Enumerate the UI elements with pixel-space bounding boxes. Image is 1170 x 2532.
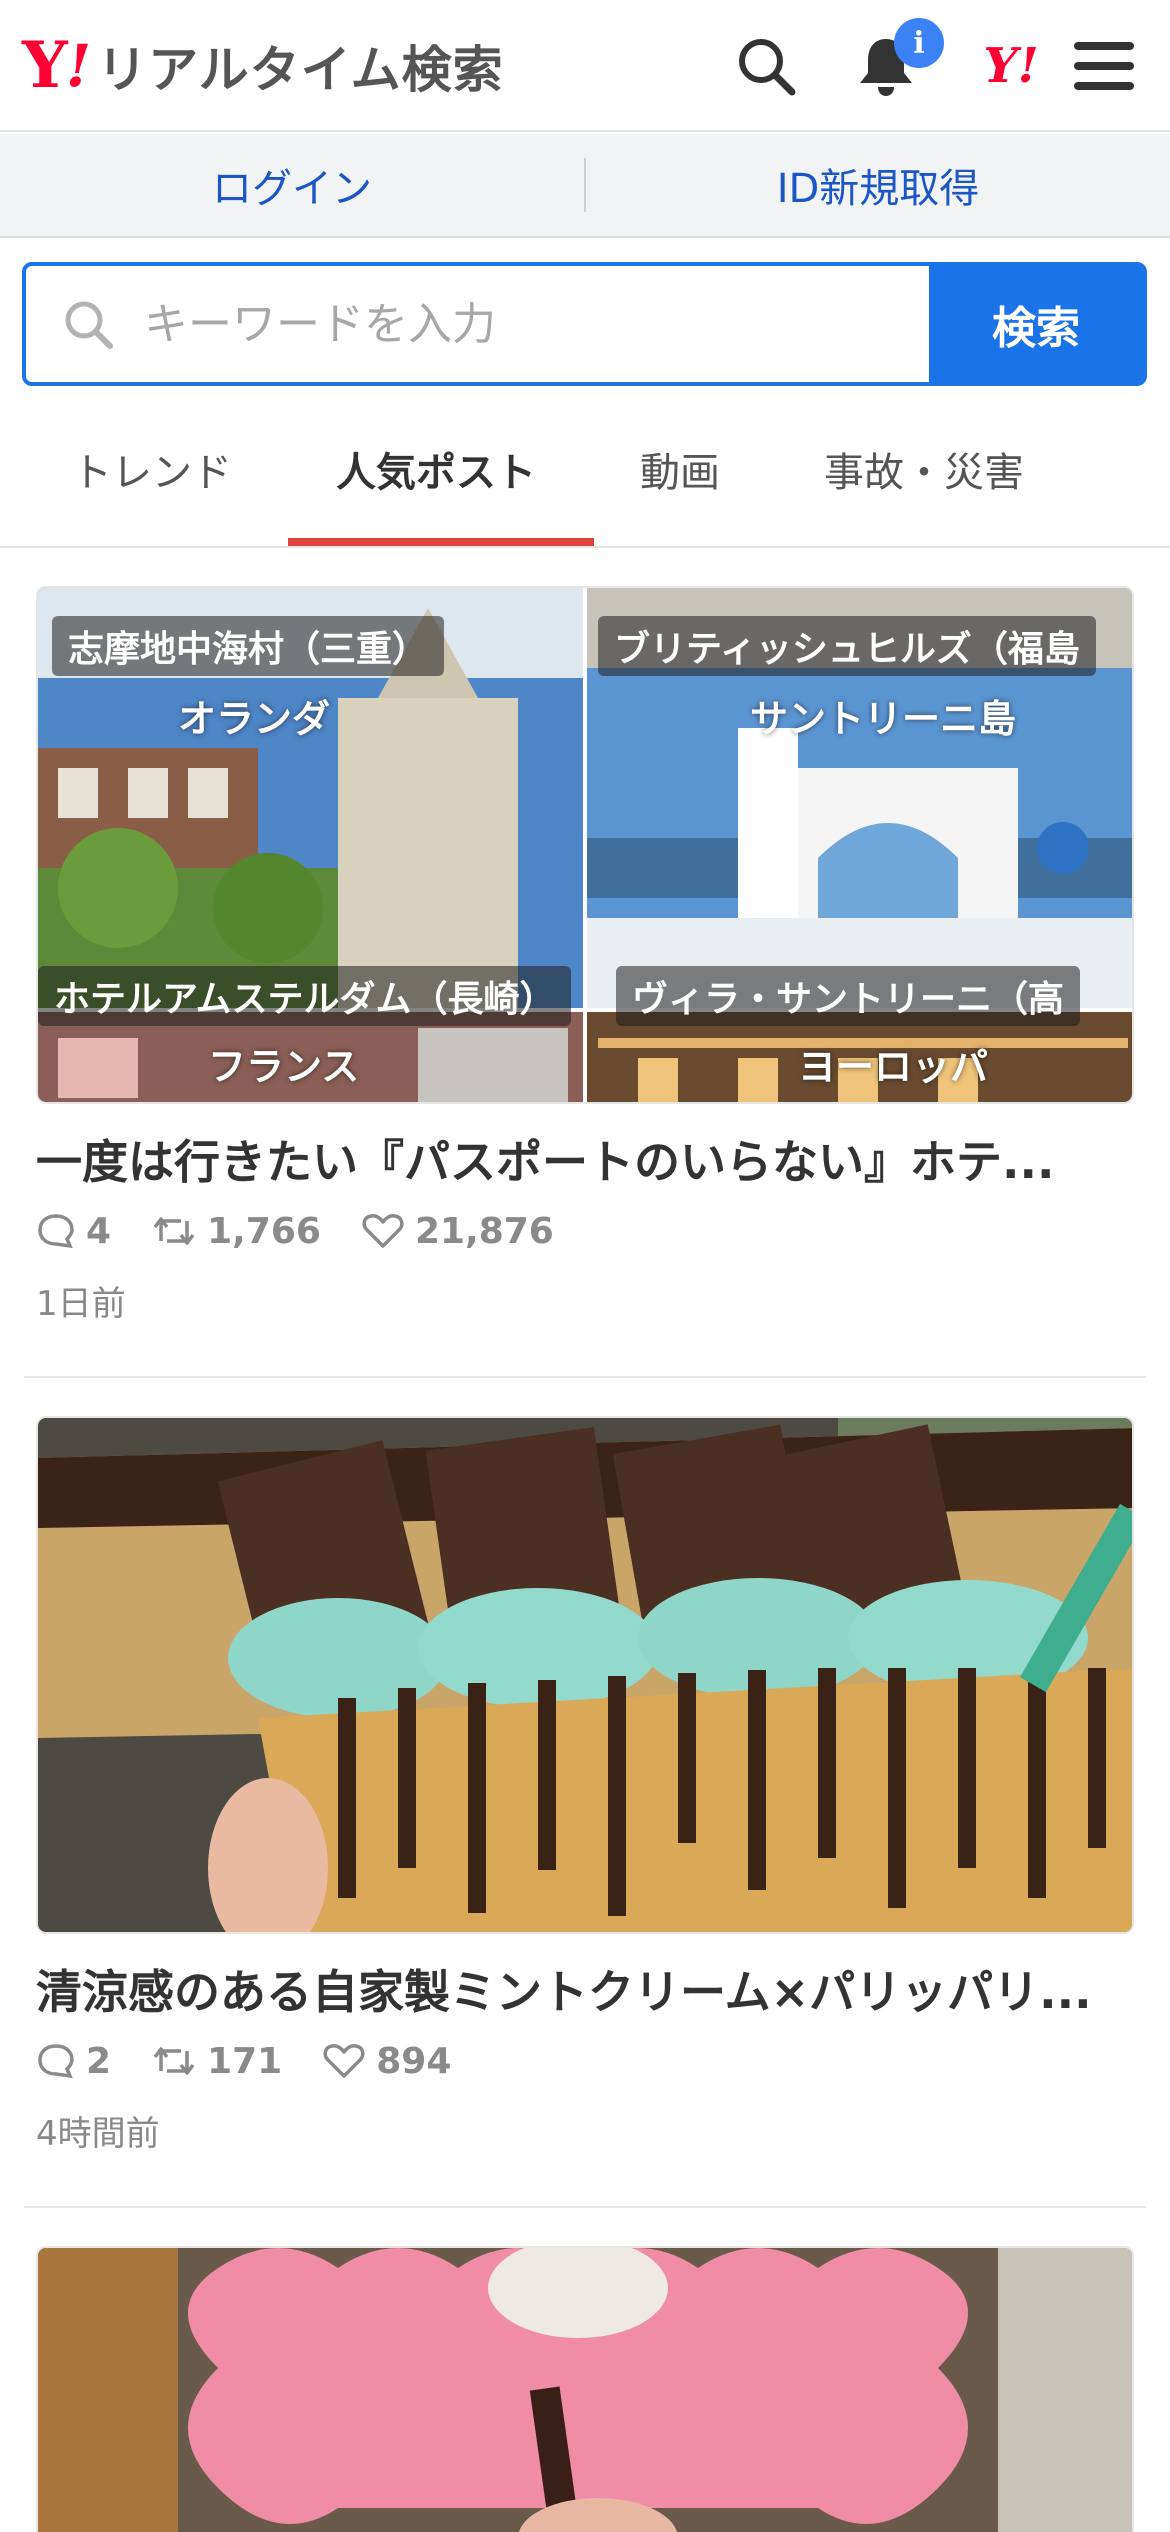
post-stats: 4 1,766 21,876 [36, 1208, 594, 1254]
post-timestamp: 4時間前 [36, 2114, 160, 2154]
login-link[interactable]: ログイン [0, 156, 584, 214]
location-label: 志摩地中海村（三重） [52, 616, 445, 676]
reply-count[interactable]: 4 [36, 1211, 111, 1252]
repost-count[interactable]: 171 [151, 2041, 282, 2082]
like-count[interactable]: 21,876 [361, 1211, 554, 1252]
post-timestamp: 1日前 [36, 1284, 126, 1324]
heart-icon [362, 1214, 404, 1248]
reply-icon [38, 2044, 74, 2079]
post-thumbnail[interactable] [36, 1416, 1134, 1934]
logo-y: Y [22, 28, 68, 103]
post-title[interactable]: 一度は行きたい『パスポートのいらない』ホテ... [36, 1126, 1134, 1192]
like-count[interactable]: 894 [322, 2041, 451, 2082]
location-label: ホテルアムステルダム（長崎） [38, 966, 572, 1026]
repost-count-value: 171 [207, 2040, 283, 2082]
country-label: サントリーニ島 [750, 697, 1017, 741]
tab-trend[interactable]: トレンド [72, 440, 232, 498]
tab-popular-posts[interactable]: 人気ポスト [336, 440, 536, 498]
country-label: オランダ [178, 697, 331, 741]
search-field[interactable] [26, 266, 929, 382]
reply-count-value: 2 [86, 2040, 112, 2082]
post-divider [24, 1376, 1146, 1378]
logo-text: リアルタイム検索 [97, 41, 504, 99]
country-label: ヨーロッパ [798, 1045, 989, 1089]
reply-count-value: 4 [86, 1210, 112, 1252]
search-bar: 検索 [22, 262, 1147, 386]
repost-count[interactable]: 1,766 [151, 1211, 321, 1252]
repost-icon [153, 2047, 195, 2075]
location-label: ブリティッシュヒルズ（福島 [598, 616, 1096, 676]
search-input[interactable] [144, 298, 844, 350]
logo-exclamation: ! [65, 32, 92, 100]
tab-video[interactable]: 動画 [640, 440, 720, 498]
tab-accident-disaster[interactable]: 事故・災害 [824, 440, 1024, 498]
like-count-value: 894 [376, 2040, 452, 2082]
yahoo-icon-text: Y! [983, 38, 1039, 94]
search-field-icon [65, 301, 113, 349]
menu-icon[interactable] [1066, 28, 1142, 104]
repost-icon [153, 1217, 195, 1245]
post-thumbnail[interactable]: 志摩地中海村（三重） オランダ ブリティッシュヒルズ（福島 サントリーニ島 ホテ… [36, 586, 1134, 1104]
post-thumbnail[interactable] [36, 2246, 1134, 2532]
app-header: Y ! リアルタイム検索 i Y! [0, 0, 1170, 132]
auth-bar: ログイン ID新規取得 [0, 134, 1170, 238]
yahoo-realtime-logo[interactable]: Y ! リアルタイム検索 [22, 30, 504, 102]
country-label: フランス [208, 1045, 360, 1089]
heart-icon [323, 2044, 365, 2078]
active-tab-indicator [288, 538, 594, 546]
notification-badge: i [894, 18, 944, 68]
post-divider [24, 2206, 1146, 2208]
post-title[interactable]: 清涼感のある自家製ミントクリーム×パリッパリ... [36, 1956, 1134, 2022]
search-button[interactable]: 検索 [929, 266, 1143, 382]
category-tabs: トレンド 人気ポスト 動画 事故・災害 [0, 400, 1170, 548]
repost-count-value: 1,766 [207, 1210, 321, 1252]
reply-icon [38, 1214, 74, 1249]
search-icon[interactable] [728, 28, 804, 104]
signup-link[interactable]: ID新規取得 [586, 156, 1170, 214]
reply-count[interactable]: 2 [36, 2041, 111, 2082]
like-count-value: 21,876 [414, 1210, 554, 1252]
post-stats: 2 171 894 [36, 2038, 491, 2084]
location-label: ヴィラ・サントリーニ（高 [616, 966, 1081, 1026]
yahoo-icon[interactable]: Y! [966, 28, 1056, 104]
